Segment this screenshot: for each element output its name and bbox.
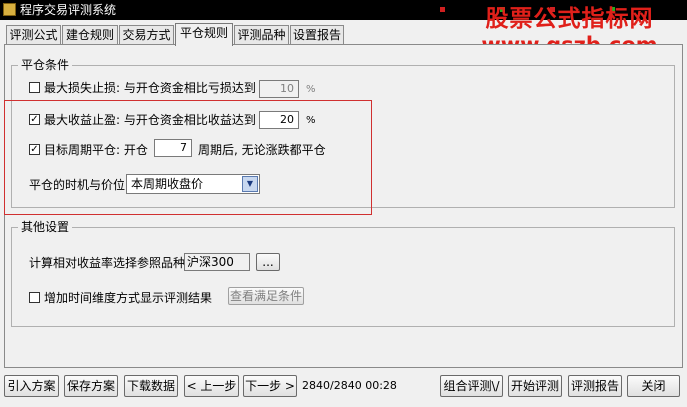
take-profit-value-input[interactable]: 20 (259, 111, 299, 129)
download-data-button[interactable]: 下载数据 (124, 375, 178, 397)
tab-instruments[interactable]: 评测品种 (234, 25, 289, 44)
save-scheme-button[interactable]: 保存方案 (64, 375, 118, 397)
close-timing-select[interactable]: 本周期收盘价 ▼ (126, 174, 260, 194)
reference-instrument-label: 计算相对收益率选择参照品种 (29, 256, 186, 270)
ticker-mark-red (440, 7, 445, 12)
window-title: 程序交易评测系统 (20, 3, 117, 17)
combo-eval-button[interactable]: 组合评测\/ (440, 375, 503, 397)
other-settings-legend: 其他设置 (18, 220, 73, 234)
tab-open-rules[interactable]: 建仓规则 (62, 25, 118, 44)
import-scheme-button[interactable]: 引入方案 (4, 375, 59, 397)
target-period-label: 目标周期平仓: 开仓 (44, 143, 148, 157)
time-dimension-label: 增加时间维度方式显示评测结果 (44, 291, 213, 305)
view-conditions-button[interactable]: 查看满足条件 (228, 287, 304, 305)
tab-trade-mode[interactable]: 交易方式 (119, 25, 174, 44)
close-conditions-legend: 平仓条件 (18, 58, 73, 72)
tab-close-rules[interactable]: 平仓规则 (175, 23, 233, 46)
close-timing-label: 平仓的时机与价位 (29, 178, 126, 192)
start-eval-button[interactable]: 开始评测 (508, 375, 562, 397)
watermark-title: 股票公式指标网 (485, 6, 654, 32)
take-profit-label: 最大收益止盈: 与开仓资金相比收益达到 (44, 113, 256, 127)
target-period-checkbox[interactable]: ✓ (29, 144, 40, 155)
take-profit-unit: % (306, 115, 316, 126)
take-profit-checkbox[interactable]: ✓ (29, 114, 40, 125)
stop-loss-value-input[interactable]: 10 (259, 80, 299, 98)
other-settings-group (11, 227, 675, 327)
close-timing-value: 本周期收盘价 (131, 177, 204, 191)
stop-loss-label: 最大损失止损: 与开仓资金相比亏损达到 (44, 81, 256, 95)
close-button[interactable]: 关闭 (627, 375, 680, 397)
stop-loss-unit: % (306, 84, 316, 95)
progress-status: 2840/2840 00:28 (302, 379, 397, 392)
dropdown-arrow-icon[interactable]: ▼ (242, 176, 258, 192)
prev-step-button[interactable]: < 上一步 (184, 375, 239, 397)
reference-instrument-field[interactable]: 沪深300 (184, 253, 250, 271)
browse-reference-button[interactable]: ... (256, 253, 280, 271)
eval-report-button[interactable]: 评测报告 (568, 375, 622, 397)
target-period-suffix: 周期后, 无论涨跌都平仓 (198, 143, 326, 157)
checkmark-icon: ✓ (30, 144, 39, 155)
tab-report-settings[interactable]: 设置报告 (290, 25, 344, 44)
stop-loss-checkbox[interactable] (29, 82, 40, 93)
app-icon (3, 3, 16, 16)
time-dimension-checkbox[interactable] (29, 292, 40, 303)
checkmark-icon: ✓ (30, 114, 39, 125)
tab-formula[interactable]: 评测公式 (6, 25, 61, 44)
target-period-value-input[interactable]: 7 (154, 139, 192, 157)
next-step-button[interactable]: 下一步 > (243, 375, 297, 397)
